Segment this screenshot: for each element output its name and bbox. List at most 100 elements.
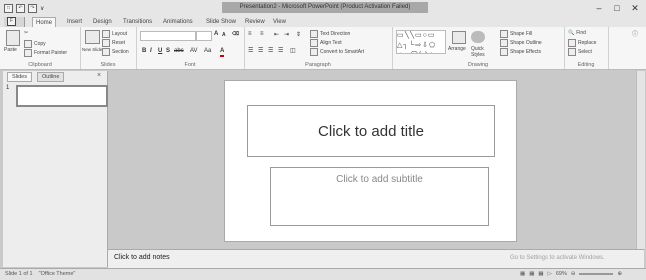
reading-view-icon[interactable]: ▦ (538, 271, 543, 277)
font-size-box[interactable] (196, 31, 212, 41)
undo-icon[interactable]: ↶ (16, 3, 25, 13)
arrange-button[interactable]: Arrange (448, 46, 466, 52)
shape-outline-label: Shape Outline (510, 40, 542, 46)
columns-icon[interactable]: ◫ (290, 47, 296, 54)
bold-button[interactable]: B (142, 48, 146, 54)
qat-customize-icon[interactable]: ∨ (40, 5, 44, 12)
zoom-slider[interactable] (579, 273, 614, 275)
tab-outline-panel[interactable]: Outline (37, 72, 65, 82)
tab-review[interactable]: Review (242, 17, 268, 27)
reset-button[interactable]: Reset (102, 39, 125, 47)
ribbon: Paste ✂ Copy Format Painter Clipboard Ne… (0, 27, 646, 70)
strikethrough-button[interactable]: abc (174, 48, 184, 54)
tab-view[interactable]: View (270, 17, 289, 27)
minimize-button[interactable]: – (592, 3, 606, 13)
slide-thumbnail[interactable] (16, 85, 108, 107)
save-icon[interactable]: □ (4, 3, 13, 13)
align-left-icon[interactable]: ☰ (248, 47, 253, 54)
subtitle-placeholder[interactable]: Click to add subtitle (270, 167, 489, 226)
redo-icon[interactable]: ↷ (28, 3, 37, 13)
quick-access-toolbar: □ ↶ ↷ ∨ (4, 3, 44, 13)
tab-transitions[interactable]: Transitions (120, 17, 155, 27)
tab-animations[interactable]: Animations (160, 17, 196, 27)
title-placeholder[interactable]: Click to add title (247, 105, 495, 157)
shrink-font-button[interactable]: A (222, 32, 226, 38)
tab-insert[interactable]: Insert (64, 17, 85, 27)
section-label: Section (112, 49, 129, 55)
layout-button[interactable]: Layout (102, 30, 127, 38)
align-right-icon[interactable]: ☰ (268, 47, 273, 54)
slide-count: Slide 1 of 1 (5, 271, 33, 277)
status-right: ▦ ▦ ▦ ▷ 69% ⊖ ⊕ (520, 271, 622, 277)
format-painter-button[interactable]: Format Painter (24, 49, 67, 57)
slideshow-icon[interactable]: ▷ (548, 271, 552, 277)
select-icon (568, 48, 576, 56)
group-label-slides: Slides (100, 62, 116, 68)
italic-button[interactable]: I (150, 48, 152, 54)
character-spacing-button[interactable]: AV (190, 48, 198, 54)
quick-styles-icon[interactable] (471, 31, 485, 43)
slide-canvas[interactable]: Click to add title Click to add subtitle (224, 80, 517, 242)
font-name-box[interactable] (140, 31, 196, 41)
paste-button[interactable]: Paste (4, 47, 17, 53)
close-panel-button[interactable]: × (97, 72, 101, 79)
new-slide-icon[interactable] (85, 30, 100, 44)
clear-formatting-button[interactable]: ⌫ (232, 31, 239, 37)
tab-design[interactable]: Design (90, 17, 115, 27)
font-color-button[interactable]: A (220, 48, 225, 57)
shapes-gallery[interactable]: ▭╲╲▭○▭ △┐└⇨⇩⬠ ↗↘⌒{ }☆ (396, 30, 446, 54)
reset-label: Reset (112, 40, 126, 46)
numbering-icon[interactable]: ≡ (260, 31, 264, 37)
line-spacing-icon[interactable]: ⇕ (296, 31, 301, 38)
convert-smartart-button[interactable]: Convert to SmartArt (310, 48, 364, 56)
tab-slide-show[interactable]: Slide Show (203, 17, 239, 27)
justify-icon[interactable]: ☰ (278, 47, 283, 54)
normal-view-icon[interactable]: ▦ (520, 271, 525, 277)
group-label-font: Font (184, 62, 196, 68)
layout-icon (102, 30, 110, 38)
bullets-icon[interactable]: ≡ (248, 31, 252, 37)
slide-thumbnail-number: 1 (6, 85, 10, 91)
select-button[interactable]: Select (568, 48, 592, 56)
shape-fill-button[interactable]: Shape Fill (500, 30, 532, 38)
find-label: Find (576, 30, 586, 36)
vertical-scrollbar[interactable] (636, 71, 645, 249)
section-button[interactable]: Section (102, 48, 129, 56)
shadow-button[interactable]: S (166, 48, 170, 54)
help-icon[interactable]: ⓘ (632, 29, 638, 38)
underline-button[interactable]: U (158, 48, 162, 54)
change-case-button[interactable]: Aa (204, 48, 211, 54)
arrange-icon[interactable] (452, 31, 466, 44)
maximize-button[interactable]: □ (610, 3, 624, 13)
text-direction-button[interactable]: Text Direction (310, 30, 350, 38)
align-center-icon[interactable]: ☰ (258, 47, 263, 54)
tab-file[interactable]: F (4, 17, 25, 27)
decrease-indent-icon[interactable]: ⇤ (274, 31, 279, 38)
reset-icon (102, 39, 110, 47)
group-slides: New Slide Layout Reset Section Slides (80, 27, 137, 69)
increase-indent-icon[interactable]: ⇥ (284, 31, 289, 38)
new-slide-button[interactable]: New Slide (82, 47, 102, 52)
paste-icon[interactable] (6, 30, 20, 46)
cut-button[interactable]: ✂ (24, 30, 28, 36)
grow-font-button[interactable]: A (214, 31, 218, 37)
zoom-in-icon[interactable]: ⊕ (617, 271, 622, 277)
select-label: Select (578, 49, 592, 55)
find-button[interactable]: 🔍 Find (568, 30, 586, 36)
align-text-button[interactable]: Align Text (310, 39, 342, 47)
tab-slides-panel[interactable]: Slides (7, 72, 32, 82)
cut-icon: ✂ (24, 30, 29, 36)
zoom-out-icon[interactable]: ⊖ (571, 271, 576, 277)
slide-sorter-icon[interactable]: ▦ (529, 271, 534, 277)
zoom-level[interactable]: 69% (556, 271, 567, 277)
activation-watermark: Go to Settings to activate Windows. (510, 255, 605, 261)
ribbon-tabs: F Home H Insert Design Transitions Anima… (0, 16, 646, 48)
paste-label: Paste (4, 47, 17, 53)
replace-button[interactable]: Replace (568, 39, 596, 47)
quick-styles-button[interactable]: Quick Styles (471, 46, 491, 58)
copy-button[interactable]: Copy (24, 40, 46, 48)
shape-effects-button[interactable]: Shape Effects (500, 48, 541, 56)
shape-outline-button[interactable]: Shape Outline (500, 39, 542, 47)
shape-effects-label: Shape Effects (510, 49, 542, 55)
close-button[interactable]: ✕ (628, 3, 642, 14)
